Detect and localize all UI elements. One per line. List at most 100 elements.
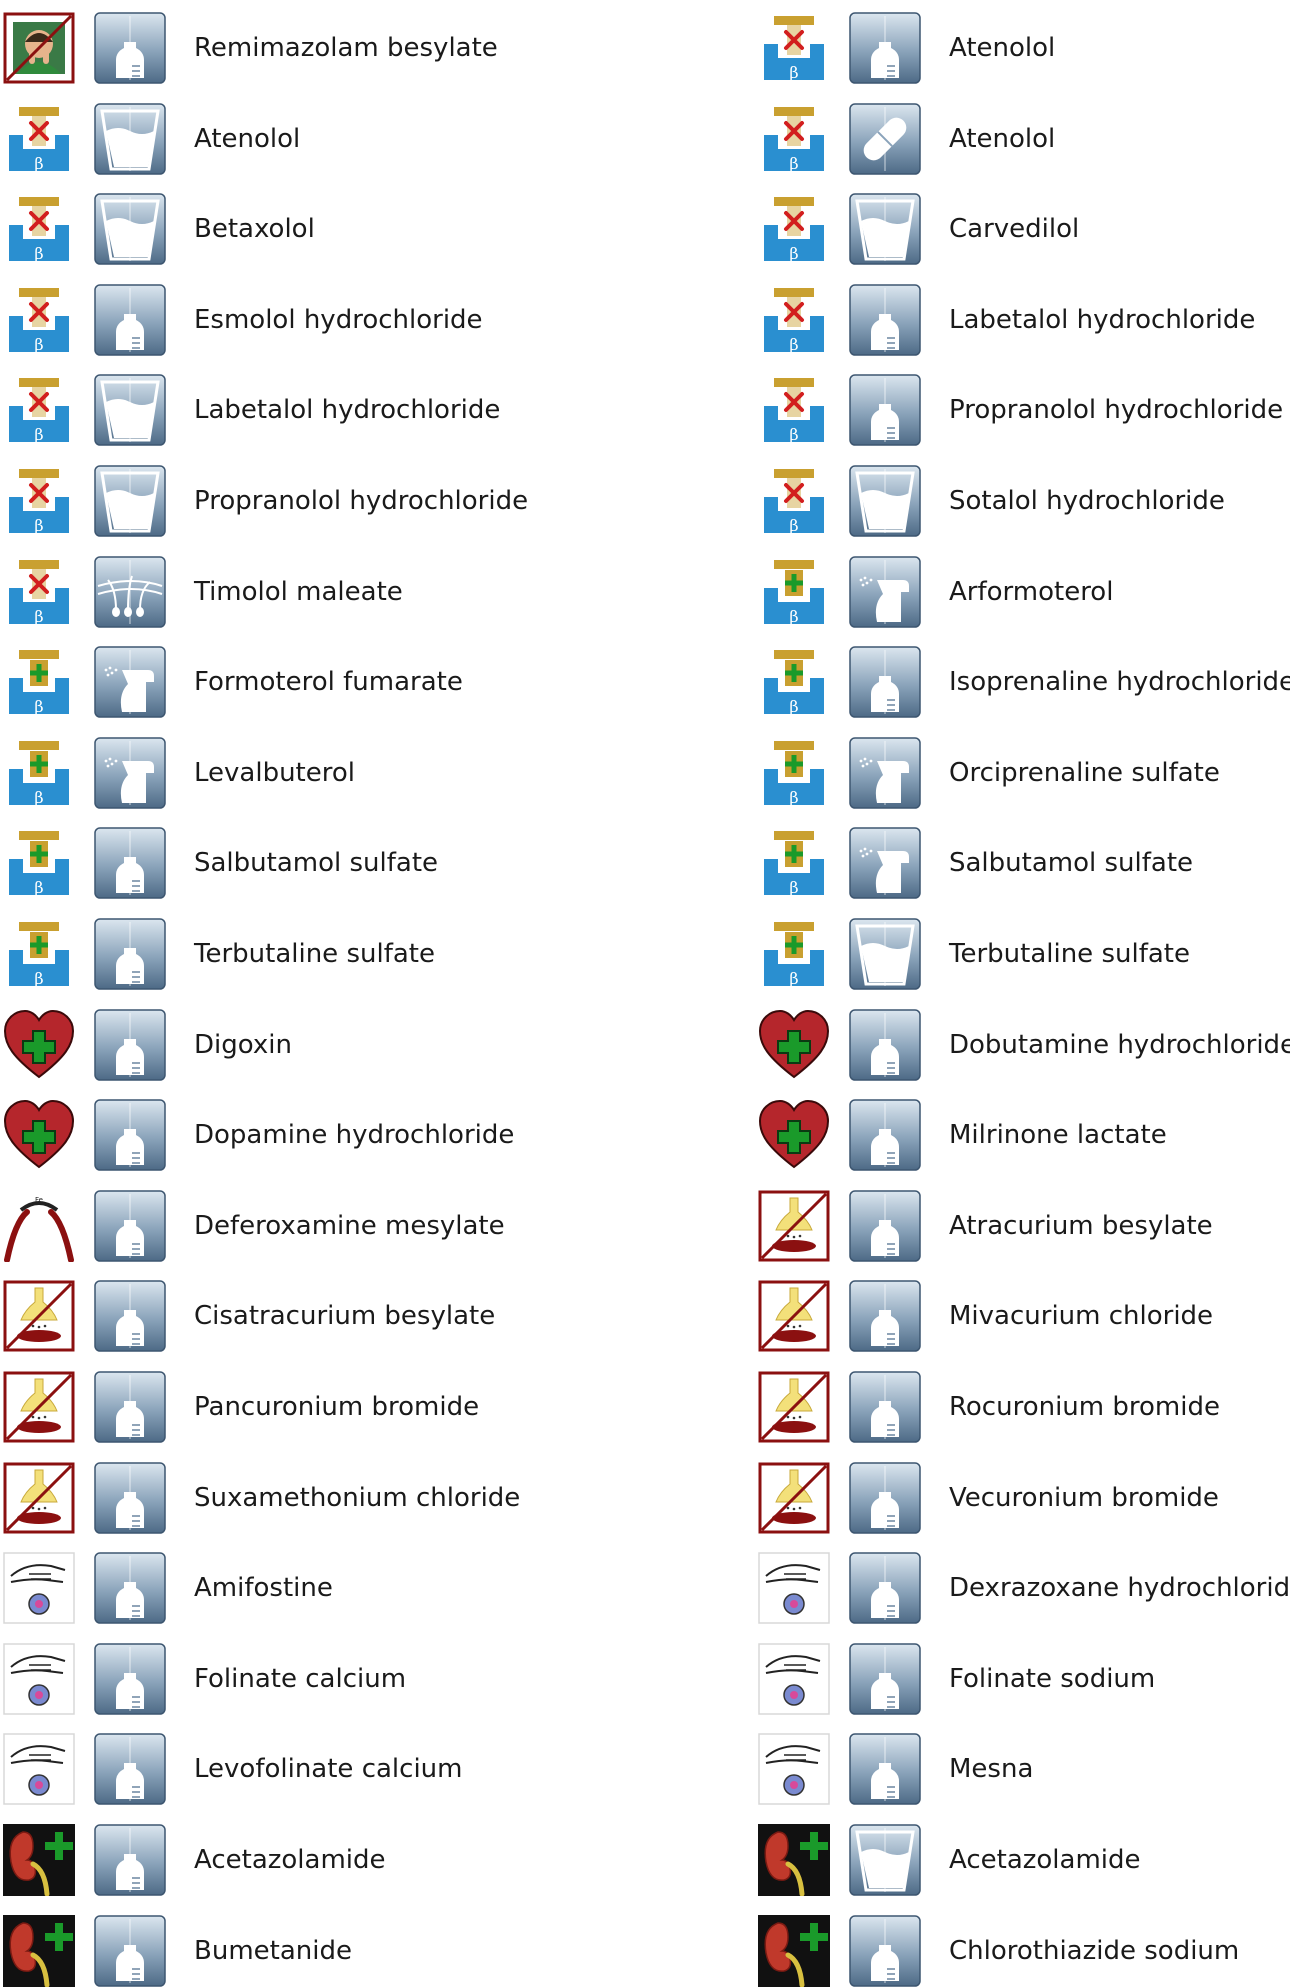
inhaler-icon (94, 646, 166, 718)
beta-agonist-icon: β (3, 918, 75, 990)
beta-blocker-icon: β (3, 102, 75, 175)
beta-agonist-icon: β (3, 827, 75, 900)
drug-list-item: β Atenolol (755, 12, 1290, 84)
drug-name-label: Atenolol (949, 33, 1056, 63)
kidney-diuretic-icon (758, 1914, 830, 1987)
vial-icon (849, 284, 921, 356)
drug-list-item: Acetazolamide (755, 1824, 1290, 1896)
drug-list-item: β Carvedilol (755, 193, 1290, 266)
beta-agonist-icon: β (758, 555, 830, 628)
beta-blocker-icon: β (758, 102, 830, 175)
protective-hand-icon (758, 1643, 830, 1715)
beta-blocker-icon: β (3, 283, 75, 356)
capsule-icon (849, 102, 921, 175)
drug-name-label: Atenolol (949, 123, 1056, 154)
svg-text:β: β (34, 244, 43, 263)
svg-text:β: β (789, 335, 798, 354)
oral-liquid-icon (94, 374, 166, 447)
drug-list-item: Levofolinate calcium (0, 1733, 535, 1806)
vial-icon (849, 1008, 921, 1081)
drug-list-item: β Propranolol hydrochloride (0, 465, 535, 537)
drug-name-label: Amifostine (194, 1573, 333, 1604)
svg-text:β: β (34, 335, 43, 354)
svg-text:β: β (789, 425, 798, 444)
drug-list-item: β Betaxolol (0, 193, 535, 266)
svg-text:β: β (34, 607, 43, 626)
heart-plus-icon (3, 1009, 75, 1081)
vial-icon (94, 918, 166, 990)
svg-text:β: β (34, 878, 43, 897)
drug-name-label: Labetalol hydrochloride (949, 304, 1256, 335)
drug-list-item: β Formoterol fumarate (0, 646, 535, 719)
oral-liquid-icon (94, 102, 166, 175)
kidney-diuretic-icon (3, 1824, 75, 1896)
oral-liquid-icon (849, 918, 921, 990)
svg-text:β: β (789, 244, 798, 263)
drug-list-item: Chlorothiazide sodium (755, 1914, 1290, 1987)
oral-liquid-icon (849, 193, 921, 265)
drug-name-label: Timolol maleate (194, 576, 403, 607)
vial-icon (849, 12, 921, 84)
beta-agonist-icon: β (758, 646, 830, 719)
drug-name-label: Orciprenaline sulfate (949, 757, 1220, 788)
beta-agonist-icon: β (758, 827, 830, 900)
vial-icon (94, 1190, 166, 1262)
beta-agonist-icon: β (3, 646, 75, 719)
vial-icon (849, 374, 921, 447)
drug-name-label: Suxamethonium chloride (194, 1482, 521, 1513)
vial-icon (849, 646, 921, 718)
drug-list-item: β Esmolol hydrochloride (0, 283, 535, 356)
drug-list-item: Atracurium besylate (755, 1190, 1290, 1262)
beta-agonist-icon: β (758, 736, 830, 809)
drug-name-label: Salbutamol sulfate (194, 848, 439, 879)
neuromuscular-blocker-icon (758, 1462, 830, 1534)
drug-list-item: Dopamine hydrochloride (0, 1099, 535, 1171)
oral-liquid-icon (94, 465, 166, 537)
svg-text:β: β (34, 516, 43, 535)
svg-text:β: β (789, 969, 798, 988)
vial-icon (849, 1099, 921, 1171)
kidney-diuretic-icon (3, 1914, 75, 1987)
svg-text:β: β (789, 154, 798, 173)
svg-text:β: β (34, 697, 43, 716)
svg-text:β: β (34, 969, 43, 988)
drug-list-item: Rocuronium bromide (755, 1371, 1290, 1443)
drug-list-item: Cisatracurium besylate (0, 1280, 535, 1353)
svg-text:β: β (789, 878, 798, 897)
svg-text:β: β (34, 788, 43, 807)
svg-text:β: β (789, 607, 798, 626)
vial-icon (94, 1371, 166, 1443)
neuromuscular-blocker-icon (758, 1190, 830, 1262)
drug-list-item: β Sotalol hydrochloride (755, 465, 1290, 537)
drug-name-label: Vecuronium bromide (949, 1482, 1219, 1513)
drug-name-label: Folinate calcium (194, 1663, 407, 1694)
svg-text:β: β (34, 154, 43, 173)
protective-hand-icon (3, 1733, 75, 1806)
drug-name-label: Atracurium besylate (949, 1210, 1213, 1241)
protective-hand-icon (758, 1733, 830, 1806)
drug-list-item: Dexrazoxane hydrochloride (755, 1552, 1290, 1624)
beta-blocker-icon: β (758, 374, 830, 447)
drug-name-label: Deferoxamine mesylate (194, 1210, 505, 1241)
drug-list-item: Vecuronium bromide (755, 1461, 1290, 1534)
drug-list-item: β Terbutaline sulfate (0, 918, 535, 990)
beta-blocker-icon: β (3, 193, 75, 266)
drug-icon-grid: Remimazolam besylate β Atenolol β Atenol… (0, 0, 1290, 1987)
drug-name-label: Milrinone lactate (949, 1120, 1167, 1151)
drug-list-item: Pancuronium bromide (0, 1371, 535, 1443)
drug-list-item: β Terbutaline sulfate (755, 918, 1290, 990)
vial-icon (94, 1008, 166, 1081)
oral-liquid-icon (849, 465, 921, 537)
drug-name-label: Rocuronium bromide (949, 1392, 1220, 1422)
beta-blocker-icon: β (758, 283, 830, 356)
drug-name-label: Mivacurium chloride (949, 1301, 1214, 1332)
vial-icon (94, 1099, 166, 1171)
vial-icon (849, 1461, 921, 1534)
drug-list-item: Digoxin (0, 1008, 535, 1081)
drug-list-item: β Orciprenaline sulfate (755, 736, 1290, 809)
drug-name-label: Digoxin (194, 1029, 292, 1060)
vial-icon (94, 1824, 166, 1896)
drug-name-label: Atenolol (194, 123, 301, 154)
drug-name-label: Dopamine hydrochloride (194, 1120, 515, 1151)
beta-agonist-icon: β (3, 736, 75, 809)
